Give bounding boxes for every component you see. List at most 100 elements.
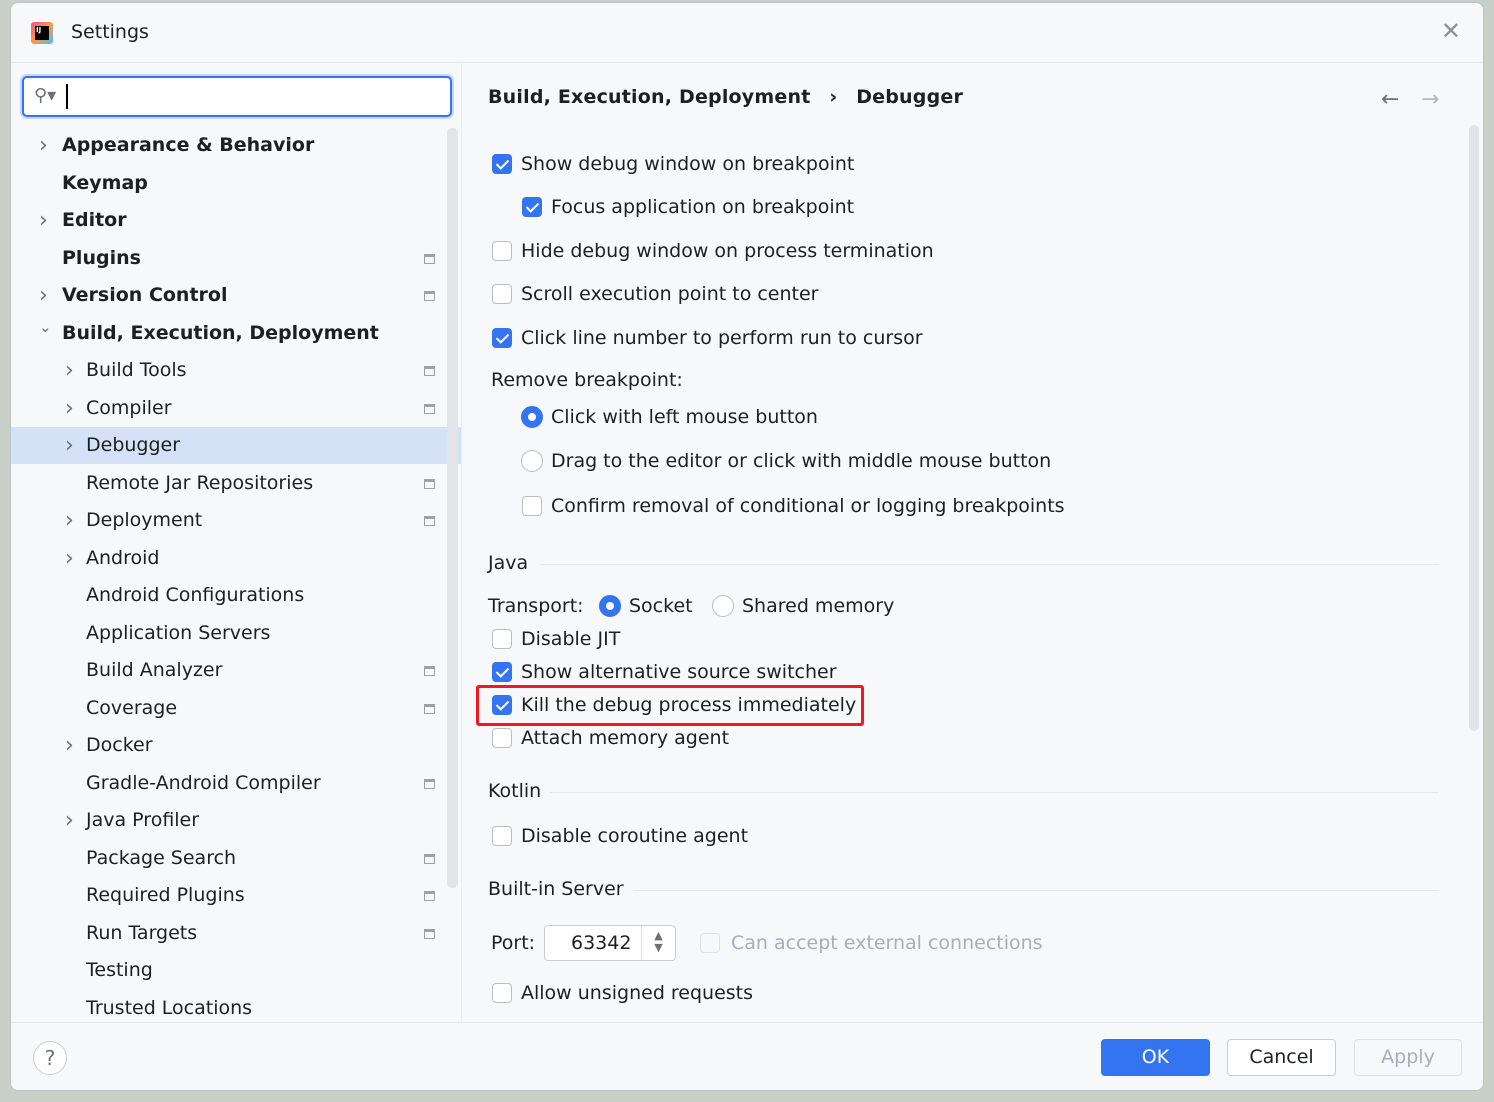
sidebar-item[interactable]: Remote Jar Repositories [11, 465, 461, 502]
help-button[interactable]: ? [33, 1041, 67, 1075]
port-spinner[interactable]: 63342 ▲ ▼ [544, 925, 676, 961]
allow-unsigned-checkbox[interactable]: Allow unsigned requests [491, 979, 753, 1007]
project-settings-icon [424, 366, 435, 376]
breadcrumb-parent[interactable]: Build, Execution, Deployment [488, 86, 811, 108]
spinner-arrows-icon[interactable]: ▲ ▼ [641, 926, 675, 960]
focus-app-checkbox[interactable]: Focus application on breakpoint [521, 193, 854, 221]
checkbox[interactable] [492, 826, 512, 846]
disable-jit-checkbox[interactable]: Disable JIT [491, 625, 620, 653]
java-section: Java [488, 552, 1439, 576]
search-icon: ⚲▾ [34, 85, 57, 106]
sidebar-item[interactable]: › Build Tools [11, 352, 461, 389]
scroll-exec-checkbox[interactable]: Scroll execution point to center [491, 280, 819, 308]
sidebar-item[interactable]: Plugins [11, 240, 461, 277]
search-field[interactable]: ⚲▾ [22, 76, 452, 117]
ok-button[interactable]: OK [1101, 1039, 1210, 1076]
builtin-server-section: Built-in Server [488, 878, 1439, 902]
checkbox[interactable] [492, 328, 512, 348]
arrow-right-icon[interactable]: → [1421, 87, 1439, 112]
sidebar-item[interactable]: › Deployment [11, 502, 461, 539]
checkbox[interactable] [492, 629, 512, 649]
sidebar-item-label: Build Tools [86, 359, 187, 381]
memory-agent-checkbox[interactable]: Attach memory agent [491, 724, 729, 752]
close-icon[interactable]: ✕ [1441, 17, 1461, 45]
chevron-right-icon[interactable]: › [65, 502, 74, 539]
shared-memory-radio[interactable]: Shared memory [712, 592, 894, 620]
sidebar-item[interactable]: › Android [11, 540, 461, 577]
sidebar-item[interactable]: Package Search [11, 840, 461, 877]
sidebar-item[interactable]: Gradle-Android Compiler [11, 765, 461, 802]
project-settings-icon [424, 666, 435, 676]
sidebar-item[interactable]: Required Plugins [11, 877, 461, 914]
sidebar-item-label: Build, Execution, Deployment [62, 321, 379, 344]
chevron-right-icon[interactable]: › [39, 202, 48, 239]
checkbox[interactable] [492, 728, 512, 748]
checkbox[interactable] [492, 662, 512, 682]
sidebar-item-label: Docker [86, 734, 153, 756]
sidebar-item-label: Testing [86, 959, 153, 981]
sidebar-item[interactable]: › Editor [11, 202, 461, 239]
sidebar-item[interactable]: Application Servers [11, 615, 461, 652]
checkbox[interactable] [522, 197, 542, 217]
chevron-right-icon[interactable]: › [65, 727, 74, 764]
sidebar-item-label: Android [86, 546, 160, 569]
sidebar-item-label: Trusted Locations [86, 996, 253, 1019]
sidebar-scrollbar[interactable] [447, 128, 458, 888]
radio[interactable] [521, 450, 543, 472]
chevron-down-icon[interactable]: ⌄ [39, 309, 52, 346]
disable-coroutine-checkbox[interactable]: Disable coroutine agent [491, 822, 748, 850]
project-settings-icon [424, 403, 435, 414]
sidebar-item-label: Android Configurations [86, 584, 305, 606]
sidebar-item[interactable]: › Debugger [11, 427, 461, 464]
search-input[interactable] [66, 84, 436, 109]
radio[interactable] [599, 595, 621, 617]
sidebar-item[interactable]: › Compiler [11, 390, 461, 427]
sidebar-item[interactable]: › Appearance & Behavior [11, 127, 461, 164]
port-value[interactable]: 63342 [571, 932, 631, 954]
sidebar-item[interactable]: Build Analyzer [11, 652, 461, 689]
radio[interactable] [521, 406, 543, 428]
chevron-right-icon[interactable]: › [65, 802, 74, 839]
sidebar-item-label: Gradle-Android Compiler [86, 771, 321, 794]
sidebar-item[interactable]: › Java Profiler [11, 802, 461, 839]
sidebar-item-label: Package Search [86, 846, 237, 869]
chevron-right-icon[interactable]: › [65, 427, 74, 464]
checkbox[interactable] [492, 983, 512, 1003]
sidebar-item[interactable]: Testing [11, 952, 461, 989]
breadcrumb-separator: › [829, 86, 838, 108]
remove-left-click-radio[interactable]: Click with left mouse button [521, 403, 818, 431]
sidebar-item[interactable]: Android Configurations [11, 577, 461, 614]
sidebar-item-label: Compiler [86, 396, 172, 419]
chevron-right-icon[interactable]: › [65, 540, 74, 577]
alt-source-checkbox[interactable]: Show alternative source switcher [491, 658, 837, 686]
click-line-checkbox[interactable]: Click line number to perform run to curs… [491, 324, 923, 352]
apply-button[interactable]: Apply [1354, 1039, 1462, 1076]
arrow-left-icon[interactable]: ← [1381, 87, 1399, 112]
confirm-removal-checkbox[interactable]: Confirm removal of conditional or loggin… [521, 492, 1065, 520]
show-debug-window-checkbox[interactable]: Show debug window on breakpoint [491, 150, 854, 178]
sidebar-item[interactable]: Keymap [11, 165, 461, 202]
chevron-right-icon[interactable]: › [65, 352, 74, 389]
checkbox[interactable] [492, 284, 512, 304]
checkbox[interactable] [492, 154, 512, 174]
checkbox[interactable] [492, 241, 512, 261]
sidebar-item[interactable]: Run Targets [11, 915, 461, 952]
hide-debug-window-checkbox[interactable]: Hide debug window on process termination [491, 237, 934, 265]
sidebar-item[interactable]: › Docker [11, 727, 461, 764]
checkbox[interactable] [522, 496, 542, 516]
transport-label: Transport: [488, 595, 584, 617]
socket-radio[interactable]: Socket [599, 592, 693, 620]
radio[interactable] [712, 595, 734, 617]
sidebar-item[interactable]: Coverage [11, 690, 461, 727]
sidebar-item[interactable]: › Version Control [11, 277, 461, 314]
chevron-right-icon[interactable]: › [65, 390, 74, 427]
project-settings-icon [424, 516, 435, 526]
content-scrollbar[interactable] [1469, 125, 1479, 731]
cancel-button[interactable]: Cancel [1227, 1039, 1336, 1076]
sidebar-item[interactable]: ⌄ Build, Execution, Deployment [11, 315, 461, 352]
remove-drag-radio[interactable]: Drag to the editor or click with middle … [521, 447, 1051, 475]
sidebar-item[interactable]: Trusted Locations [11, 990, 461, 1027]
sidebar-item-label: Editor [62, 209, 127, 231]
chevron-right-icon[interactable]: › [39, 127, 48, 164]
sidebar-item-label: Debugger [86, 434, 181, 456]
